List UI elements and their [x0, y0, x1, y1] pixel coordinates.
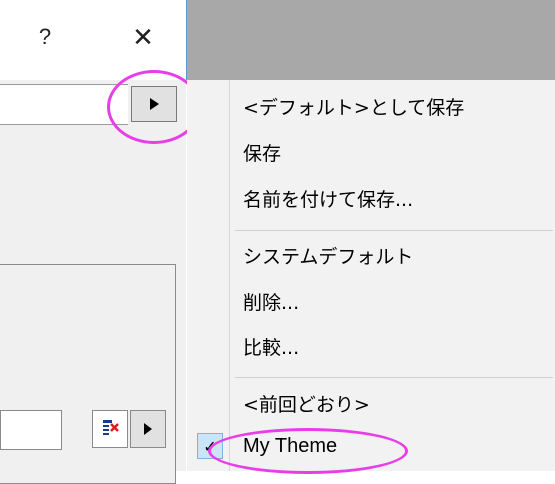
value-field[interactable]: [0, 410, 62, 450]
theme-context-menu: <デフォルト>として保存 保存 名前を付けて保存... システムデフォルト 削除…: [187, 80, 555, 471]
menu-item-last-used[interactable]: <前回どおり>: [243, 385, 370, 425]
menu-separator: [235, 377, 553, 378]
highlight-circle-my-theme: [208, 428, 408, 474]
menu-item-save-as[interactable]: 名前を付けて保存...: [243, 180, 413, 220]
dialog-title-bar: ? ✕: [0, 0, 187, 80]
menu-item-delete[interactable]: 削除...: [243, 283, 299, 323]
pencil-edit-icon: [103, 420, 119, 435]
edit-button[interactable]: [92, 410, 128, 448]
background-window-area: [187, 0, 555, 80]
menu-gutter-divider: [229, 80, 230, 471]
menu-item-save[interactable]: 保存: [243, 134, 281, 174]
settings-groupbox: [0, 264, 176, 484]
help-button[interactable]: ?: [30, 22, 60, 52]
more-options-button[interactable]: [130, 410, 166, 448]
menu-item-system-default[interactable]: システムデフォルト: [243, 237, 413, 277]
play-arrow-icon: [144, 423, 152, 435]
menu-item-compare[interactable]: 比較...: [243, 328, 299, 368]
menu-item-save-as-default[interactable]: <デフォルト>として保存: [243, 88, 464, 128]
menu-separator: [235, 230, 553, 231]
close-button[interactable]: ✕: [126, 22, 160, 54]
